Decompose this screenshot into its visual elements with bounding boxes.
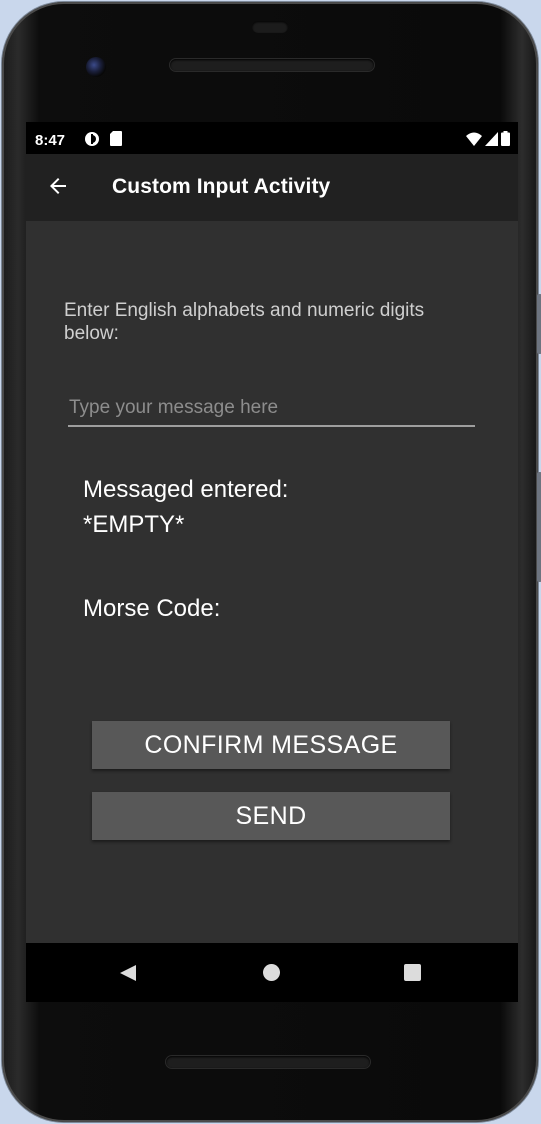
- power-button: [537, 294, 541, 354]
- page-title: Custom Input Activity: [112, 175, 331, 198]
- home-circle-icon[interactable]: [263, 964, 280, 981]
- instructions-text: Enter English alphabets and numeric digi…: [64, 300, 425, 344]
- app-bar: Custom Input Activity: [26, 154, 518, 221]
- bottom-speaker-grille: [166, 1056, 370, 1068]
- wifi-icon: [466, 132, 482, 150]
- message-entered-value: *EMPTY*: [83, 511, 185, 538]
- sd-card-icon: [110, 131, 122, 151]
- earpiece-grille: [170, 59, 374, 71]
- message-input[interactable]: [68, 391, 475, 427]
- phone-frame: 8:47 Custom Input Activity Enter English…: [2, 2, 541, 1122]
- status-bar: 8:47: [26, 122, 518, 154]
- volume-button: [537, 472, 541, 582]
- morse-code-label: Morse Code:: [83, 595, 221, 622]
- signal-icon: [485, 132, 498, 150]
- status-left-icons: [84, 131, 122, 151]
- recents-square-icon[interactable]: [404, 964, 421, 981]
- back-arrow-icon[interactable]: [46, 174, 70, 198]
- front-camera-icon: [86, 57, 106, 77]
- back-triangle-icon[interactable]: [119, 964, 137, 982]
- screen: 8:47 Custom Input Activity Enter English…: [26, 122, 518, 1002]
- send-button[interactable]: SEND: [92, 792, 450, 840]
- message-entered-label: Messaged entered:: [83, 476, 289, 503]
- status-time: 8:47: [35, 132, 66, 149]
- main-content: Enter English alphabets and numeric digi…: [26, 221, 518, 943]
- top-speaker-grille: [252, 21, 288, 33]
- status-right-icons: [466, 131, 510, 150]
- navigation-bar: [26, 943, 518, 1002]
- data-saver-icon: [84, 131, 100, 151]
- battery-icon: [501, 131, 510, 150]
- confirm-message-button[interactable]: CONFIRM MESSAGE: [92, 721, 450, 769]
